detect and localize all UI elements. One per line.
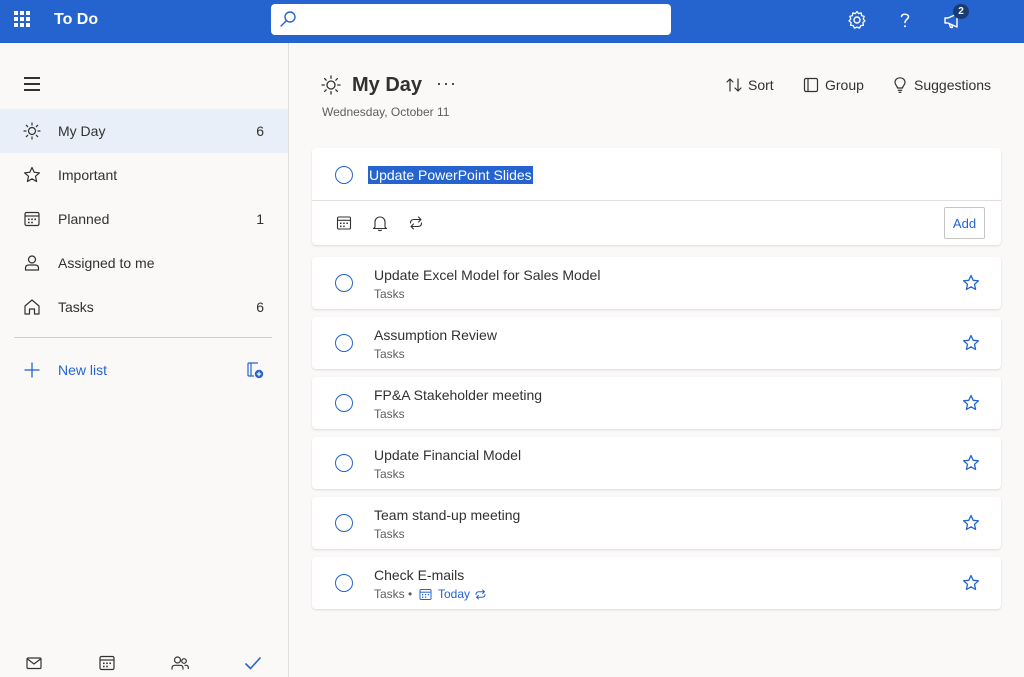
sort-label: Sort [748,77,774,93]
star-icon[interactable] [961,573,981,593]
star-icon[interactable] [961,273,981,293]
task-item[interactable]: Team stand-up meeting Tasks [312,497,1001,549]
task-list-name: Tasks [374,467,405,481]
top-bar: To Do 2 [0,0,1024,43]
todo-check-icon[interactable] [243,653,263,673]
notification-badge: 2 [953,4,969,19]
task-complete-circle-icon[interactable] [335,274,353,292]
meta-separator: • [408,587,413,601]
new-list-label: New list [58,362,108,378]
page-title: My Day [352,74,423,96]
add-button[interactable]: Add [944,207,985,239]
sidebar-item-count: 1 [256,211,264,227]
task-list-name: Tasks [374,587,405,601]
task-list-name: Tasks [374,287,405,301]
home-icon [24,299,40,315]
hamburger-menu-icon[interactable] [24,77,40,91]
app-title[interactable]: To Do [54,11,98,29]
sidebar-item-my-day[interactable]: My Day 6 [0,109,288,153]
task-list-name: Tasks [374,527,405,541]
app-launcher-icon[interactable] [14,11,30,27]
sidebar-item-label: Planned [58,211,110,227]
task-item[interactable]: Update Excel Model for Sales Model Tasks [312,257,1001,309]
star-icon [24,166,40,183]
main-content: My Day ··· Wednesday, October 11 Sort Gr… [290,43,1024,677]
task-item[interactable]: Assumption Review Tasks [312,317,1001,369]
task-title: Update Excel Model for Sales Model [374,267,601,283]
sidebar-item-label: Assigned to me [58,255,155,271]
gear-icon[interactable] [846,9,868,31]
sidebar-item-important[interactable]: Important [0,153,288,197]
sidebar-item-planned[interactable]: Planned 1 [0,197,288,241]
task-due-date: Today [438,587,471,601]
sidebar-divider [14,337,272,338]
more-options-icon[interactable]: ··· [436,73,457,94]
calendar-icon [419,589,432,600]
bell-icon[interactable] [371,214,389,232]
sort-button[interactable]: Sort [725,75,781,97]
add-task-divider [312,200,1001,201]
search-input[interactable] [302,8,662,30]
task-complete-circle-icon[interactable] [335,394,353,412]
group-icon [803,77,819,93]
sun-icon [23,122,41,140]
sidebar-item-assigned[interactable]: Assigned to me [0,241,288,285]
help-icon[interactable] [894,9,916,31]
task-list-name: Tasks [374,407,405,421]
sidebar-item-count: 6 [256,123,264,139]
star-icon[interactable] [961,333,981,353]
task-complete-circle-icon[interactable] [335,334,353,352]
app-switcher-bar [0,647,288,677]
add-task-circle-icon[interactable] [335,166,353,184]
calendar-icon[interactable] [97,653,117,673]
page-date: Wednesday, October 11 [322,105,450,119]
task-list-name: Tasks [374,347,405,361]
task-complete-circle-icon[interactable] [335,454,353,472]
sidebar-item-label: My Day [58,123,106,139]
sidebar-item-label: Important [58,167,118,183]
task-title: Check E-mails [374,567,465,583]
repeat-icon [475,589,486,600]
new-list-button[interactable]: New list [0,348,288,392]
task-title: Team stand-up meeting [374,507,521,523]
due-date-icon[interactable] [335,214,353,232]
add-task-card: Update PowerPoint Slides Add [312,148,1001,245]
new-group-icon[interactable] [245,360,265,380]
sidebar: My Day 6 Important Planned 1 Assigned to… [0,43,289,677]
people-icon[interactable] [170,653,190,673]
search-icon [280,11,296,27]
sort-icon [726,78,742,92]
sun-icon [321,75,341,95]
task-item[interactable]: Update Financial Model Tasks [312,437,1001,489]
lightbulb-icon [894,77,906,93]
task-title: Update Financial Model [374,447,522,463]
task-complete-circle-icon[interactable] [335,574,353,592]
star-icon[interactable] [961,393,981,413]
calendar-icon [24,211,40,227]
task-item[interactable]: FP&A Stakeholder meeting Tasks [312,377,1001,429]
suggestions-label: Suggestions [914,77,992,93]
group-button[interactable]: Group [802,75,868,97]
plus-icon [24,362,40,378]
person-icon [24,255,40,271]
sidebar-item-tasks[interactable]: Tasks 6 [0,285,288,329]
group-label: Group [825,77,864,93]
add-task-input[interactable]: Update PowerPoint Slides [368,166,533,184]
sidebar-item-label: Tasks [58,299,94,315]
task-meta: Tasks • Today [374,587,486,601]
task-title: FP&A Stakeholder meeting [374,387,543,403]
task-item[interactable]: Check E-mails Tasks • Today [312,557,1001,609]
suggestions-button[interactable]: Suggestions [891,75,999,97]
star-icon[interactable] [961,453,981,473]
sidebar-item-count: 6 [256,299,264,315]
repeat-icon[interactable] [407,214,425,232]
task-title: Assumption Review [374,327,497,343]
mail-icon[interactable] [24,653,44,673]
task-complete-circle-icon[interactable] [335,514,353,532]
star-icon[interactable] [961,513,981,533]
